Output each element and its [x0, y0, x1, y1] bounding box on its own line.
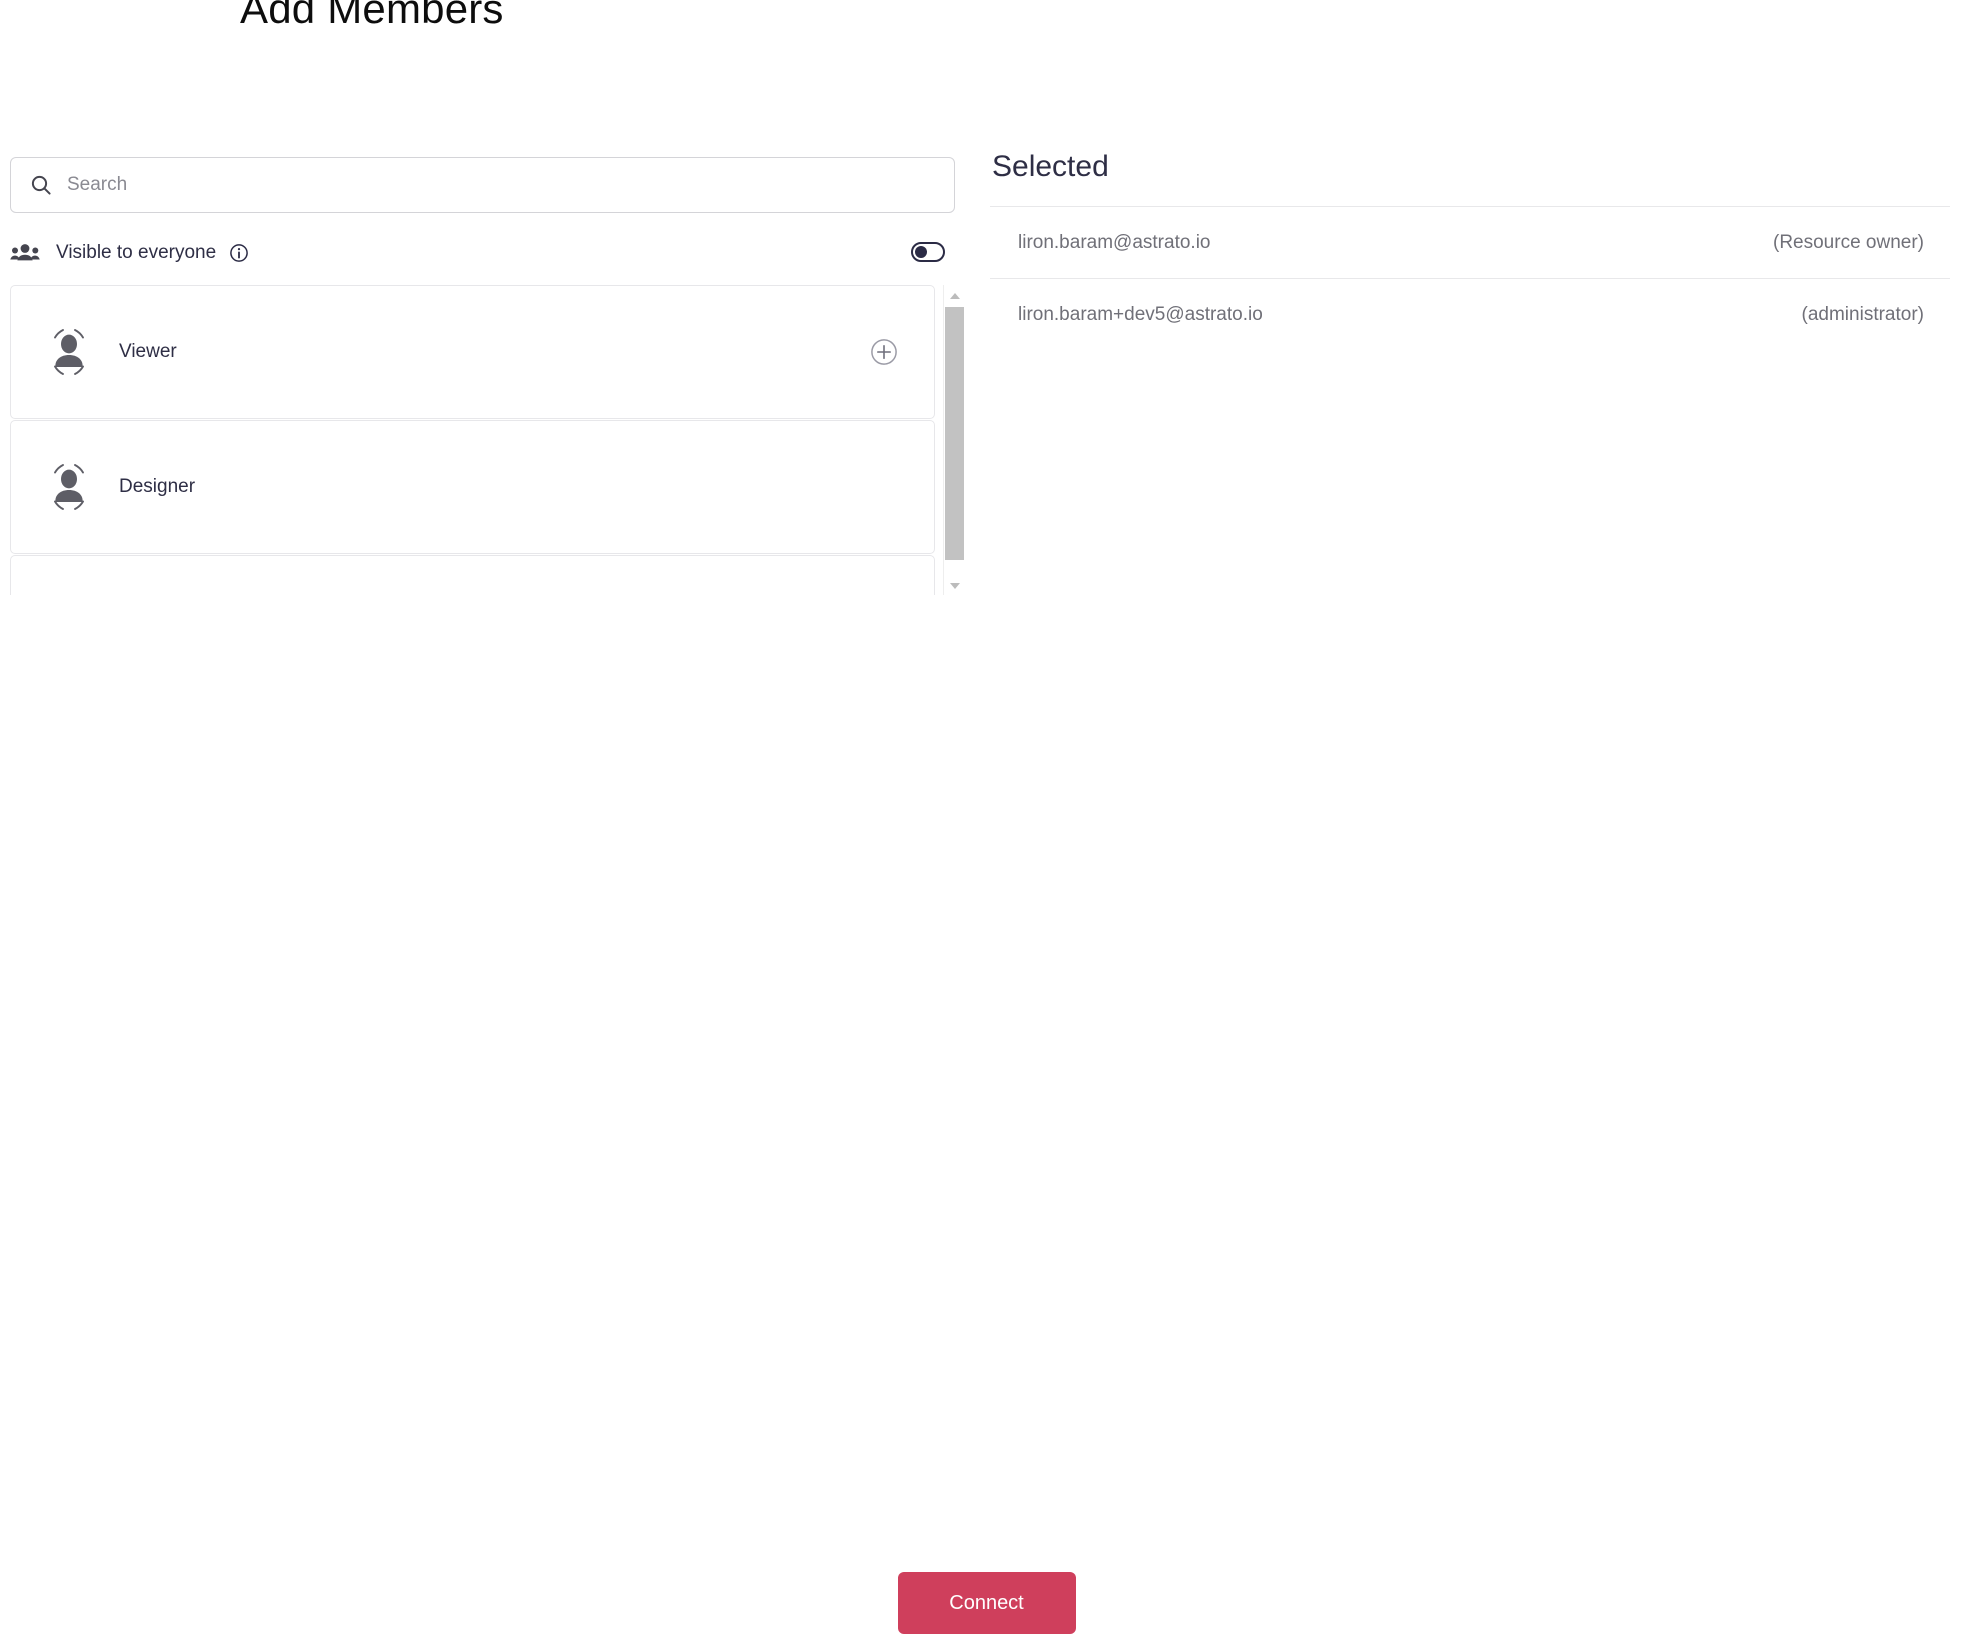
person-outline-icon: [37, 590, 101, 595]
selected-email: liron.baram@astrato.io: [1018, 231, 1211, 253]
member-name: Viewer: [119, 341, 177, 362]
add-members-dialog: Add Members Search Visible to everyone V…: [0, 0, 1973, 1651]
member-list-container: ViewerDesignerCreatorFBFiron Baramliron.…: [10, 285, 965, 595]
dialog-footer: Connect: [0, 1572, 1973, 1634]
selected-role: (Resource owner): [1773, 231, 1924, 253]
scrollbar-thumb[interactable]: [945, 307, 964, 560]
member-row-texts: Designer: [119, 476, 195, 498]
member-list: ViewerDesignerCreatorFBFiron Baramliron.…: [10, 285, 935, 595]
plus-circle-icon[interactable]: [870, 338, 898, 366]
search-box[interactable]: [10, 157, 955, 213]
search-icon: [29, 173, 53, 197]
selected-list: liron.baram@astrato.io (Resource owner) li…: [990, 206, 1950, 350]
member-list-viewport: ViewerDesignerCreatorFBFiron Baramliron.…: [10, 285, 935, 595]
info-circle-icon[interactable]: [228, 242, 250, 264]
toggle-knob: [915, 246, 927, 258]
scroll-up-arrow-icon[interactable]: [950, 293, 960, 299]
person-outline-icon: [37, 320, 101, 384]
page-title: Add Members: [240, 0, 504, 32]
member-list-item[interactable]: Viewer: [10, 285, 935, 419]
visibility-toggle[interactable]: [911, 242, 945, 262]
person-outline-icon: [37, 455, 101, 519]
selected-role: (administrator): [1801, 303, 1924, 325]
member-list-item[interactable]: Designer: [10, 420, 935, 554]
people-group-icon: [10, 241, 42, 265]
member-list-scrollbar[interactable]: [943, 285, 965, 595]
search-input[interactable]: [67, 174, 897, 196]
selected-row[interactable]: liron.baram@astrato.io (Resource owner): [990, 206, 1950, 278]
member-list-item[interactable]: Creator: [10, 555, 935, 595]
selected-heading: Selected: [992, 150, 1109, 183]
member-name: Designer: [119, 476, 196, 497]
member-row-texts: Viewer: [119, 341, 177, 363]
visible-to-everyone-label: Visible to everyone: [56, 242, 217, 263]
scroll-down-arrow-icon[interactable]: [950, 583, 960, 589]
selected-email: liron.baram+dev5@astrato.io: [1018, 303, 1263, 325]
visible-to-everyone-row: Visible to everyone: [10, 233, 955, 273]
selected-row[interactable]: liron.baram+dev5@astrato.io (administrato…: [990, 278, 1950, 350]
left-panel: Visible to everyone Viewer Designer Creato…: [10, 157, 965, 595]
selected-panel: Selected liron.baram@astrato.io (Resource…: [990, 150, 1955, 350]
connect-button[interactable]: Connect: [897, 1572, 1076, 1634]
